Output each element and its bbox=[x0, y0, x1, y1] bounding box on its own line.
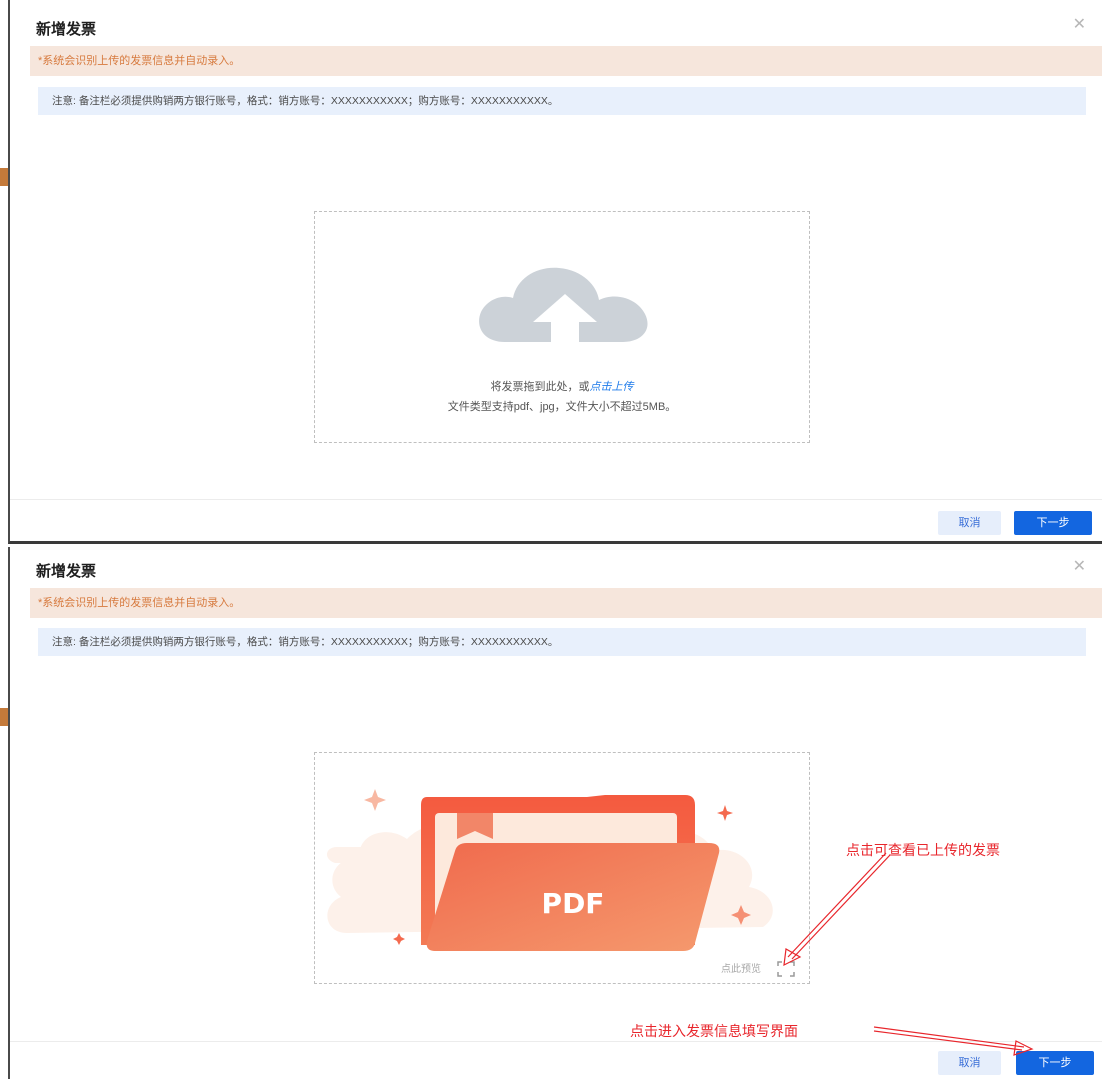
annotation-next: 点击进入发票信息填写界面 bbox=[630, 1023, 798, 1039]
fullscreen-icon[interactable] bbox=[777, 961, 795, 977]
edge-mark bbox=[0, 708, 8, 726]
info-banner: 注意: 备注栏必须提供购销两方银行账号，格式：销方账号：XXXXXXXXXXX；… bbox=[38, 87, 1086, 115]
close-icon[interactable]: ✕ bbox=[1073, 556, 1086, 576]
footer-divider bbox=[10, 1041, 1102, 1042]
close-icon[interactable]: ✕ bbox=[1073, 14, 1086, 34]
click-upload-link[interactable]: 点击上传 bbox=[590, 381, 634, 393]
cancel-button[interactable]: 取消 bbox=[938, 511, 1001, 535]
edge-mark bbox=[0, 168, 8, 186]
notice-banner: *系统会识别上传的发票信息并自动录入。 bbox=[30, 588, 1102, 618]
pdf-folder-illustration: PDF bbox=[326, 789, 773, 951]
upload-dialog-empty: 新增发票 ✕ *系统会识别上传的发票信息并自动录入。 注意: 备注栏必须提供购销… bbox=[8, 0, 1102, 544]
upload-dialog-uploaded: 新增发票 ✕ *系统会识别上传的发票信息并自动录入。 注意: 备注栏必须提供购销… bbox=[8, 547, 1102, 1079]
notice-banner: *系统会识别上传的发票信息并自动录入。 bbox=[30, 46, 1102, 76]
next-button[interactable]: 下一步 bbox=[1014, 511, 1092, 535]
info-banner: 注意: 备注栏必须提供购销两方银行账号，格式：销方账号：XXXXXXXXXXX；… bbox=[38, 628, 1086, 656]
upload-dropzone[interactable]: 将发票拖到此处，或点击上传 文件类型支持pdf、jpg，文件大小不超过5MB。 bbox=[314, 211, 810, 443]
upload-hint: 文件类型支持pdf、jpg，文件大小不超过5MB。 bbox=[447, 401, 677, 413]
upload-instructions: 将发票拖到此处，或点击上传 bbox=[315, 378, 809, 394]
cloud-upload-icon bbox=[479, 267, 648, 344]
annotation-preview: 点击可查看已上传的发票 bbox=[846, 842, 1000, 858]
dialog-title: 新增发票 bbox=[36, 563, 97, 580]
uploaded-file-card: PDF 点此预览 bbox=[314, 752, 810, 984]
footer-divider bbox=[10, 499, 1102, 500]
preview-link[interactable]: 点此预览 bbox=[721, 960, 761, 975]
pdf-badge: PDF bbox=[542, 887, 605, 920]
cancel-button[interactable]: 取消 bbox=[938, 1051, 1001, 1075]
drag-text: 将发票拖到此处，或 bbox=[490, 381, 590, 393]
dialog-title: 新增发票 bbox=[36, 21, 97, 38]
next-button[interactable]: 下一步 bbox=[1016, 1051, 1094, 1075]
